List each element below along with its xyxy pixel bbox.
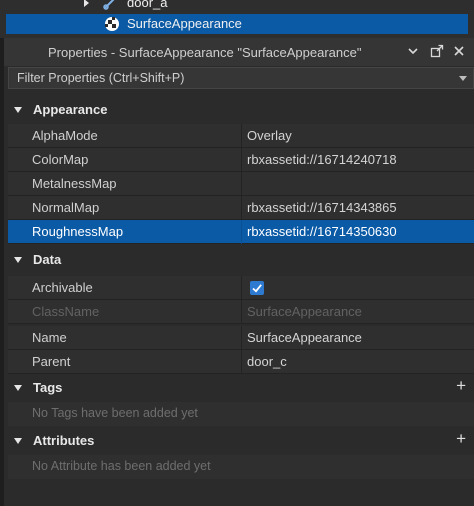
property-value[interactable]: SurfaceAppearance bbox=[247, 330, 362, 345]
property-row-colormap[interactable]: ColorMap rbxassetid://16714240718 bbox=[8, 148, 474, 172]
group-label: Data bbox=[33, 252, 62, 267]
empty-text: No Tags have been added yet bbox=[32, 406, 198, 420]
column-divider[interactable] bbox=[241, 172, 242, 196]
property-value[interactable]: rbxassetid://16714343865 bbox=[247, 200, 397, 215]
panel-titlebar: Properties - SurfaceAppearance "SurfaceA… bbox=[4, 38, 474, 66]
collapse-arrow-icon[interactable] bbox=[14, 107, 22, 113]
property-name: Archivable bbox=[32, 280, 93, 295]
property-value[interactable]: Overlay bbox=[247, 128, 292, 143]
model-icon bbox=[103, 0, 115, 10]
property-row-name[interactable]: Name SurfaceAppearance bbox=[8, 326, 474, 350]
property-value[interactable]: rbxassetid://16714240718 bbox=[247, 152, 397, 167]
group-header-appearance[interactable]: Appearance bbox=[4, 98, 474, 122]
explorer-item-door-a[interactable]: door_a bbox=[0, 0, 474, 13]
collapse-arrow-icon[interactable] bbox=[14, 257, 22, 263]
filter-placeholder: Filter Properties (Ctrl+Shift+P) bbox=[17, 71, 185, 85]
group-header-data[interactable]: Data bbox=[4, 248, 474, 272]
collapse-arrow-icon[interactable] bbox=[14, 438, 22, 444]
undock-icon[interactable] bbox=[430, 44, 444, 62]
column-divider[interactable] bbox=[241, 196, 242, 220]
group-label: Tags bbox=[33, 380, 63, 395]
tags-empty-message: No Tags have been added yet bbox=[8, 402, 474, 426]
property-row-roughnessmap[interactable]: RoughnessMap rbxassetid://16714350630 bbox=[8, 220, 474, 244]
filter-properties-input[interactable]: Filter Properties (Ctrl+Shift+P) bbox=[8, 67, 474, 89]
property-value[interactable]: rbxassetid://16714350630 bbox=[247, 224, 397, 239]
property-name: MetalnessMap bbox=[32, 176, 117, 191]
column-divider[interactable] bbox=[241, 326, 242, 350]
explorer-tree: door_a SurfaceAppearance bbox=[0, 0, 474, 38]
checkmark-icon bbox=[252, 284, 262, 293]
property-value: SurfaceAppearance bbox=[247, 304, 362, 319]
property-name: Name bbox=[32, 330, 67, 345]
add-tag-icon[interactable]: + bbox=[456, 376, 466, 396]
explorer-item-label: SurfaceAppearance bbox=[127, 16, 242, 31]
group-label: Attributes bbox=[33, 433, 95, 448]
collapse-arrow-icon[interactable] bbox=[14, 385, 22, 391]
property-name: RoughnessMap bbox=[32, 224, 124, 239]
group-label: Appearance bbox=[33, 102, 108, 117]
property-row-alphamode[interactable]: AlphaMode Overlay bbox=[8, 124, 474, 148]
group-header-tags[interactable]: Tags + bbox=[4, 376, 474, 400]
property-row-parent[interactable]: Parent door_c bbox=[8, 350, 474, 374]
property-name: ClassName bbox=[32, 304, 100, 319]
column-divider[interactable] bbox=[241, 300, 242, 324]
column-divider[interactable] bbox=[241, 276, 242, 300]
filter-dropdown-icon[interactable] bbox=[459, 76, 467, 81]
dropdown-icon[interactable] bbox=[407, 44, 419, 62]
property-value[interactable]: door_c bbox=[247, 354, 287, 369]
property-row-metalnessmap[interactable]: MetalnessMap bbox=[8, 172, 474, 196]
property-row-classname[interactable]: ClassName SurfaceAppearance bbox=[8, 300, 474, 324]
expand-arrow-icon[interactable] bbox=[84, 0, 89, 7]
empty-text: No Attribute has been added yet bbox=[32, 459, 211, 473]
property-name: Parent bbox=[32, 354, 71, 369]
close-icon[interactable] bbox=[453, 44, 465, 62]
column-divider[interactable] bbox=[241, 124, 242, 148]
group-header-attributes[interactable]: Attributes + bbox=[4, 429, 474, 453]
column-divider[interactable] bbox=[241, 148, 242, 172]
property-name: ColorMap bbox=[32, 152, 89, 167]
panel-title: Properties - SurfaceAppearance "SurfaceA… bbox=[48, 45, 362, 60]
explorer-item-label: door_a bbox=[127, 0, 168, 10]
surface-appearance-icon bbox=[105, 17, 119, 31]
property-row-archivable[interactable]: Archivable bbox=[8, 276, 474, 300]
property-name: NormalMap bbox=[32, 200, 100, 215]
column-divider[interactable] bbox=[241, 220, 242, 244]
properties-panel: Properties - SurfaceAppearance "SurfaceA… bbox=[0, 38, 474, 506]
column-divider[interactable] bbox=[241, 350, 242, 374]
archivable-checkbox[interactable] bbox=[250, 281, 264, 295]
explorer-item-surfaceappearance[interactable]: SurfaceAppearance bbox=[0, 14, 474, 34]
property-row-normalmap[interactable]: NormalMap rbxassetid://16714343865 bbox=[8, 196, 474, 220]
attributes-empty-message: No Attribute has been added yet bbox=[8, 455, 474, 479]
add-attribute-icon[interactable]: + bbox=[456, 429, 466, 449]
property-name: AlphaMode bbox=[32, 128, 98, 143]
